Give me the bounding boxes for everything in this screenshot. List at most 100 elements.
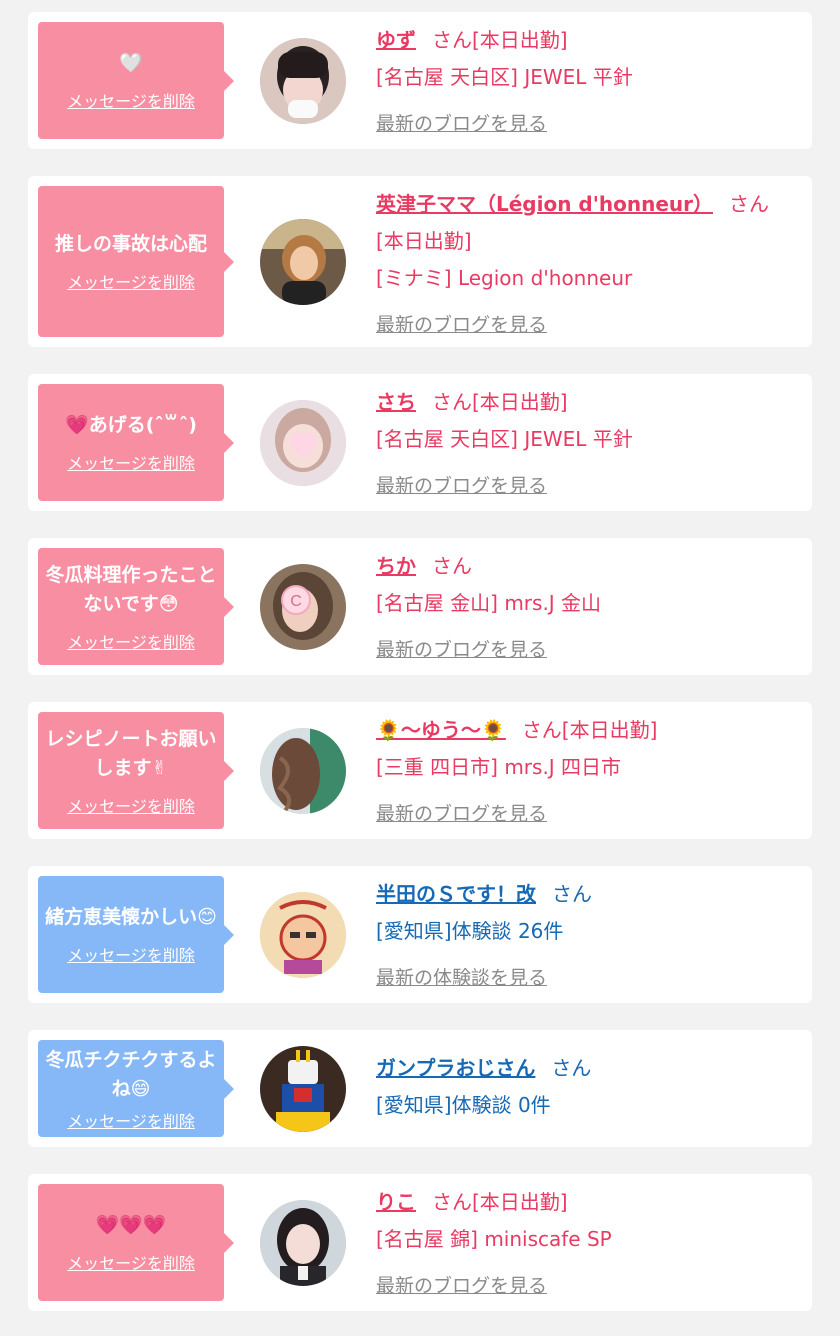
message-bubble: 💗あげる(ˆ꒳ˆ) メッセージを削除 — [38, 384, 234, 501]
honorific: さん — [552, 882, 592, 906]
message-text: 推しの事故は心配 — [54, 233, 207, 255]
bubble-container: 💗あげる(ˆ꒳ˆ) メッセージを削除 — [28, 374, 238, 511]
message-bubble: 推しの事故は心配 メッセージを削除 — [38, 186, 234, 337]
delete-message-link[interactable]: メッセージを削除 — [67, 1108, 195, 1132]
bubble-container: 🤍 メッセージを削除 — [28, 12, 238, 149]
honorific-status: さん[本日出勤] — [432, 1190, 568, 1214]
honorific-status: さん[本日出勤] — [432, 28, 568, 52]
name-line: ゆず さん[本日出勤] — [376, 22, 796, 59]
delete-message-link[interactable]: メッセージを削除 — [67, 942, 195, 966]
avatar[interactable] — [260, 1045, 346, 1132]
bubble-container: 冬瓜料理作ったことないです😳 メッセージを削除 — [28, 538, 238, 675]
message-text: レシピノートお願いします✌ — [45, 727, 217, 779]
avatar-container — [238, 702, 368, 839]
bubble-container: レシピノートお願いします✌ メッセージを削除 — [28, 702, 238, 839]
message-bubble: 冬瓜チクチクするよね😄 メッセージを削除 — [38, 1040, 234, 1137]
blog-link[interactable]: 最新のブログを見る — [376, 106, 547, 143]
name-line: 🌻～ゆう～🌻 さん[本日出勤] — [376, 712, 796, 749]
honorific-status: さん — [432, 554, 472, 578]
avatar[interactable] — [260, 399, 346, 486]
name-line: ちか さん — [376, 548, 796, 585]
bubble-container: 💗💗💗 メッセージを削除 — [28, 1174, 238, 1311]
honorific-status: さん[本日出勤] — [521, 718, 658, 742]
shop-label: [名古屋 天白区] JEWEL 平針 — [376, 65, 633, 89]
message-bubble: 🤍 メッセージを削除 — [38, 22, 234, 139]
card-info: ちか さん [名古屋 金山] mrs.J 金山 最新のブログを見る — [368, 538, 812, 675]
avatar-container — [238, 1030, 368, 1147]
avatar[interactable] — [260, 891, 346, 978]
delete-message-link[interactable]: メッセージを削除 — [67, 269, 195, 293]
user-name-link[interactable]: りこ — [376, 1190, 416, 1214]
user-name-link[interactable]: さち — [376, 390, 416, 414]
review-count-label: [愛知県]体験談 26件 — [376, 919, 564, 943]
message-text: 💗💗💗 — [95, 1214, 167, 1236]
user-name-link[interactable]: 英津子ママ（Légion d'honneur） — [376, 192, 713, 216]
user-name-link[interactable]: 半田のＳです！改 — [376, 882, 536, 906]
shop-label: [名古屋 金山] mrs.J 金山 — [376, 591, 602, 615]
bubble-container: 冬瓜チクチクするよね😄 メッセージを削除 — [28, 1030, 238, 1147]
name-line: ガンプラおじさん さん — [376, 1050, 796, 1087]
svg-text:C: C — [290, 593, 302, 610]
message-bubble: 冬瓜料理作ったことないです😳 メッセージを削除 — [38, 548, 234, 665]
user-name-link[interactable]: ちか — [376, 554, 416, 578]
avatar-container — [238, 176, 368, 347]
avatar-container — [238, 374, 368, 511]
message-card: レシピノートお願いします✌ メッセージを削除 🌻～ゆう～🌻 さん[本日出勤] [三… — [28, 702, 812, 839]
blog-link[interactable]: 最新のブログを見る — [376, 1268, 547, 1305]
message-card: 冬瓜チクチクするよね😄 メッセージを削除 ガンプラおじさん さん [愛知県]体験談… — [28, 1030, 812, 1147]
shop-label: [名古屋 錦] miniscafe SP — [376, 1227, 612, 1251]
user-name-link[interactable]: 🌻～ゆう～🌻 — [376, 718, 506, 742]
message-text: 冬瓜料理作ったことないです😳 — [45, 563, 217, 615]
message-card: 🤍 メッセージを削除 ゆず さん[本日出勤] [名古屋 天白区] JEWEL 平針… — [28, 12, 812, 149]
avatar-container — [238, 1174, 368, 1311]
card-info: 🌻～ゆう～🌻 さん[本日出勤] [三重 四日市] mrs.J 四日市 最新のブログ… — [368, 702, 812, 839]
card-info: さち さん[本日出勤] [名古屋 天白区] JEWEL 平針 最新のブログを見る — [368, 374, 812, 511]
blog-link[interactable]: 最新のブログを見る — [376, 632, 547, 669]
review-link[interactable]: 最新の体験談を見る — [376, 960, 547, 997]
delete-message-link[interactable]: メッセージを削除 — [67, 793, 195, 817]
delete-message-link[interactable]: メッセージを削除 — [67, 629, 195, 653]
message-card: 💗あげる(ˆ꒳ˆ) メッセージを削除 さち さん[本日出勤] [名古屋 天白区] … — [28, 374, 812, 511]
blog-link[interactable]: 最新のブログを見る — [376, 468, 547, 505]
name-line: 英津子ママ（Légion d'honneur） さん[本日出勤] — [376, 186, 796, 260]
shop-label: [ミナミ] Legion d'honneur — [376, 266, 633, 290]
avatar-container — [238, 12, 368, 149]
card-info: ゆず さん[本日出勤] [名古屋 天白区] JEWEL 平針 最新のブログを見る — [368, 12, 812, 149]
delete-message-link[interactable]: メッセージを削除 — [67, 1250, 195, 1274]
honorific: さん — [551, 1056, 592, 1080]
user-name-link[interactable]: ガンプラおじさん — [376, 1056, 535, 1080]
message-card: 緒方恵美懐かしい😊 メッセージを削除 半田のＳです！改 さん [愛知県]体験談 2… — [28, 866, 812, 1003]
card-info: ガンプラおじさん さん [愛知県]体験談 0件 — [368, 1030, 812, 1147]
user-name-link[interactable]: ゆず — [376, 28, 416, 52]
message-card: 冬瓜料理作ったことないです😳 メッセージを削除 C ちか さん [名古屋 金山] … — [28, 538, 812, 675]
avatar[interactable] — [260, 37, 346, 124]
avatar[interactable] — [260, 218, 346, 305]
shop-label: [名古屋 天白区] JEWEL 平針 — [376, 427, 633, 451]
bubble-container: 緒方恵美懐かしい😊 メッセージを削除 — [28, 866, 238, 1003]
message-bubble: 💗💗💗 メッセージを削除 — [38, 1184, 234, 1301]
delete-message-link[interactable]: メッセージを削除 — [67, 88, 195, 112]
avatar-container — [238, 866, 368, 1003]
avatar[interactable]: C — [260, 563, 346, 650]
blog-link[interactable]: 最新のブログを見る — [376, 796, 547, 833]
delete-message-link[interactable]: メッセージを削除 — [67, 450, 195, 474]
avatar[interactable] — [260, 1199, 346, 1286]
message-bubble: レシピノートお願いします✌ メッセージを削除 — [38, 712, 234, 829]
card-info: りこ さん[本日出勤] [名古屋 錦] miniscafe SP 最新のブログを見… — [368, 1174, 812, 1311]
name-line: さち さん[本日出勤] — [376, 384, 796, 421]
message-text: 💗あげる(ˆ꒳ˆ) — [65, 414, 197, 436]
message-text: 冬瓜チクチクするよね😄 — [45, 1048, 217, 1100]
review-count-label: [愛知県]体験談 0件 — [376, 1093, 551, 1117]
message-card: 推しの事故は心配 メッセージを削除 英津子ママ（Légion d'honneur… — [28, 176, 812, 347]
shop-label: [三重 四日市] mrs.J 四日市 — [376, 755, 622, 779]
name-line: りこ さん[本日出勤] — [376, 1184, 796, 1221]
avatar-container: C — [238, 538, 368, 675]
message-card: 💗💗💗 メッセージを削除 りこ さん[本日出勤] [名古屋 錦] miniscaf… — [28, 1174, 812, 1311]
blog-link[interactable]: 最新のブログを見る — [376, 307, 547, 344]
avatar[interactable] — [260, 727, 346, 814]
card-info: 英津子ママ（Légion d'honneur） さん[本日出勤] [ミナミ] Le… — [368, 176, 812, 347]
honorific-status: さん[本日出勤] — [432, 390, 568, 414]
message-text: 緒方恵美懐かしい😊 — [45, 906, 217, 928]
name-line: 半田のＳです！改 さん — [376, 876, 796, 913]
card-info: 半田のＳです！改 さん [愛知県]体験談 26件 最新の体験談を見る — [368, 866, 812, 1003]
